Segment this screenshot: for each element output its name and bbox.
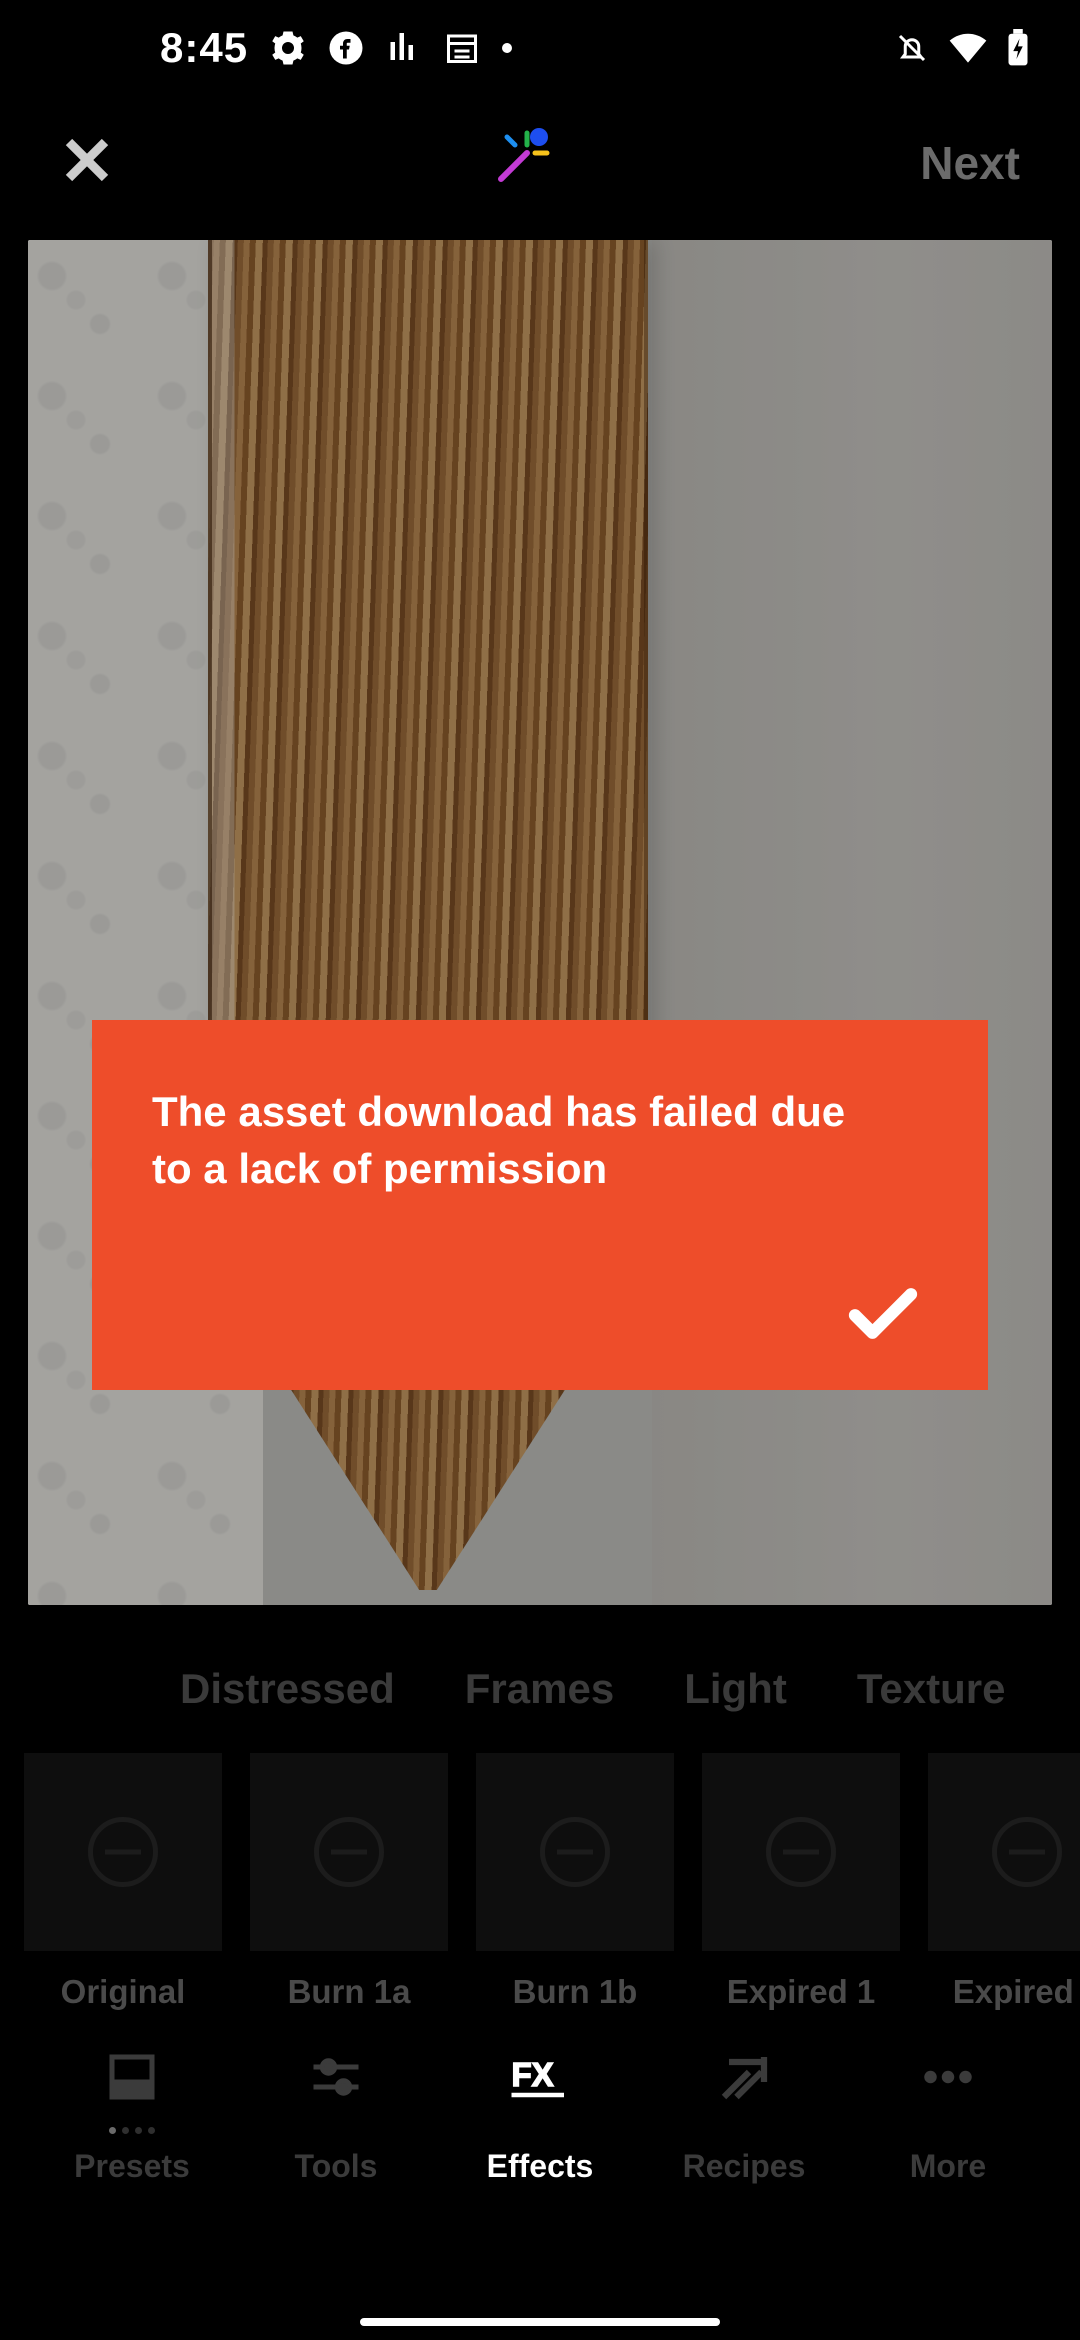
alert-confirm-button[interactable] xyxy=(848,1286,918,1346)
nav-label: Tools xyxy=(295,2148,378,2185)
bell-off-icon xyxy=(894,30,930,66)
effect-category-row[interactable]: Distressed Frames Light Texture xyxy=(0,1605,1080,1753)
home-indicator[interactable] xyxy=(360,2318,720,2326)
svg-text:FX: FX xyxy=(512,2056,554,2093)
category-light[interactable]: Light xyxy=(684,1665,787,1713)
bottom-nav: Presets Tools FX Effects Recipes xyxy=(0,2047,1080,2209)
audio-bars-icon xyxy=(386,30,422,66)
battery-charging-icon xyxy=(1006,29,1030,67)
presets-icon xyxy=(102,2047,162,2107)
thumb-image xyxy=(928,1753,1080,1951)
status-bar: 8:45 xyxy=(0,0,1080,95)
category-frames[interactable]: Frames xyxy=(465,1665,614,1713)
nav-label: Presets xyxy=(74,2148,190,2185)
effect-thumbnail-row[interactable]: Original Burn 1a Burn 1b Expired 1 Expir… xyxy=(0,1753,1080,2011)
close-button[interactable] xyxy=(60,133,114,192)
sliders-icon xyxy=(306,2047,366,2107)
effect-thumb-expired1[interactable]: Expired 1 xyxy=(702,1753,900,2011)
editor-top-bar: Next xyxy=(0,95,1080,230)
effect-thumb-burn1b[interactable]: Burn 1b xyxy=(476,1753,674,2011)
recipes-icon xyxy=(714,2047,774,2107)
gear-bug-icon xyxy=(270,30,306,66)
thumb-image xyxy=(702,1753,900,1951)
thumb-image xyxy=(476,1753,674,1951)
fx-icon: FX xyxy=(510,2047,570,2107)
category-distressed[interactable]: Distressed xyxy=(180,1665,395,1713)
error-message: The asset download has failed due to a l… xyxy=(152,1084,872,1197)
calendar-icon xyxy=(444,30,480,66)
nav-recipes[interactable]: Recipes xyxy=(644,2047,844,2185)
nav-presets[interactable]: Presets xyxy=(32,2047,232,2185)
effect-thumb-original[interactable]: Original xyxy=(24,1753,222,2011)
nav-more[interactable]: More xyxy=(848,2047,1048,2185)
presets-dots xyxy=(109,2127,155,2134)
error-alert: The asset download has failed due to a l… xyxy=(92,1020,988,1390)
thumb-label: Expired 2 xyxy=(953,1973,1080,2011)
thumb-label: Burn 1b xyxy=(513,1973,638,2011)
wifi-icon xyxy=(946,26,990,70)
image-preview[interactable] xyxy=(28,240,1052,1605)
thumb-label: Expired 1 xyxy=(727,1973,876,2011)
nav-effects[interactable]: FX Effects xyxy=(440,2047,640,2185)
nav-label: Effects xyxy=(487,2148,594,2185)
facebook-icon xyxy=(328,30,364,66)
more-notifications-dot xyxy=(502,43,512,53)
thumb-image xyxy=(250,1753,448,1951)
more-icon xyxy=(918,2047,978,2107)
nav-label: More xyxy=(910,2148,986,2185)
category-texture[interactable]: Texture xyxy=(857,1665,1006,1713)
effect-thumb-expired2[interactable]: Expired 2 xyxy=(928,1753,1080,2011)
nav-label: Recipes xyxy=(683,2148,806,2185)
magic-wand-button[interactable] xyxy=(477,123,557,203)
status-time: 8:45 xyxy=(160,24,248,72)
next-button[interactable]: Next xyxy=(920,136,1020,190)
thumb-label: Burn 1a xyxy=(288,1973,411,2011)
thumb-image xyxy=(24,1753,222,1951)
nav-tools[interactable]: Tools xyxy=(236,2047,436,2185)
thumb-label: Original xyxy=(61,1973,186,2011)
effect-thumb-burn1a[interactable]: Burn 1a xyxy=(250,1753,448,2011)
